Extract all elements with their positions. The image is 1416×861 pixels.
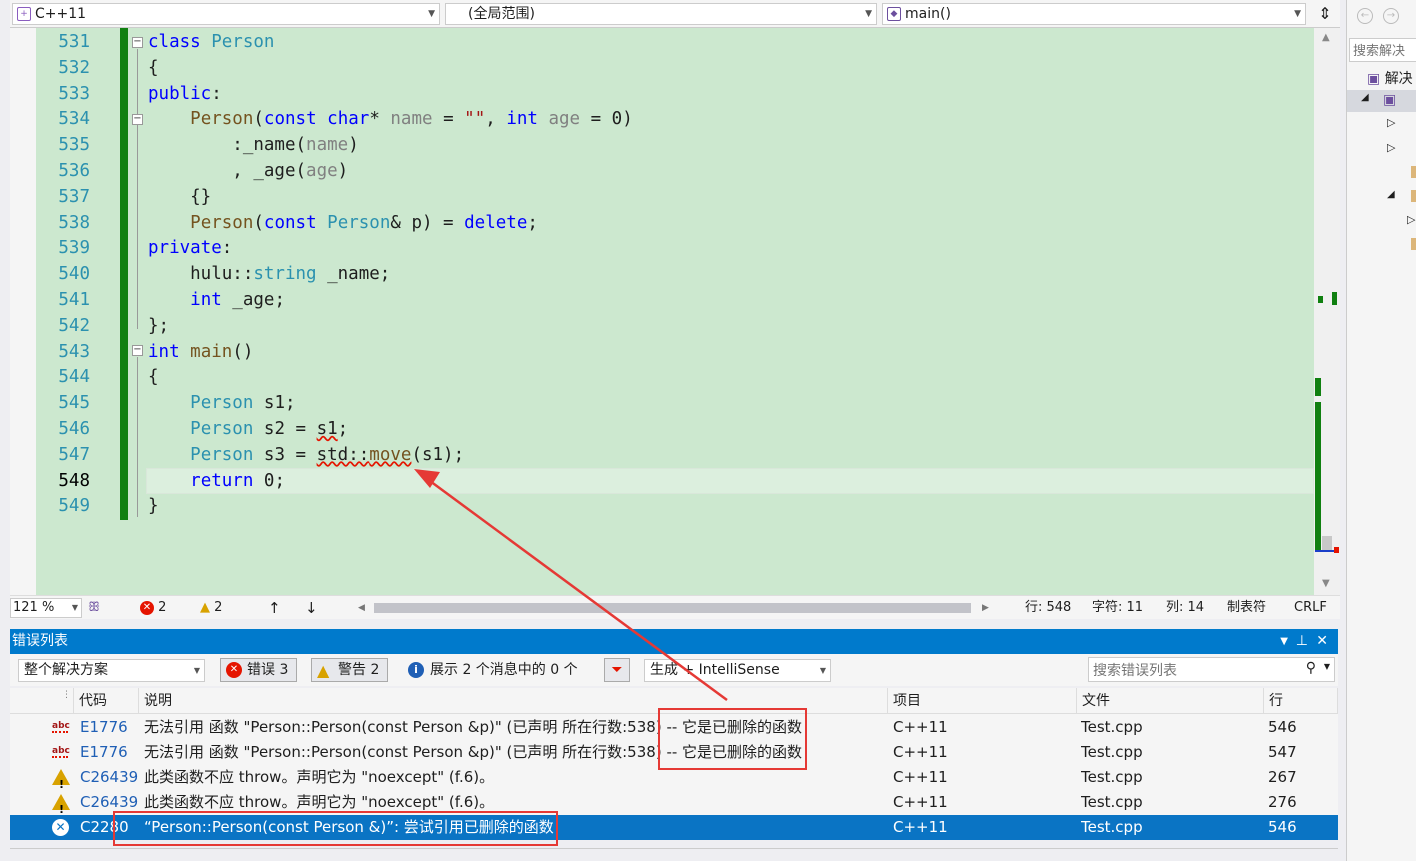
annotation-arrow xyxy=(414,469,728,702)
